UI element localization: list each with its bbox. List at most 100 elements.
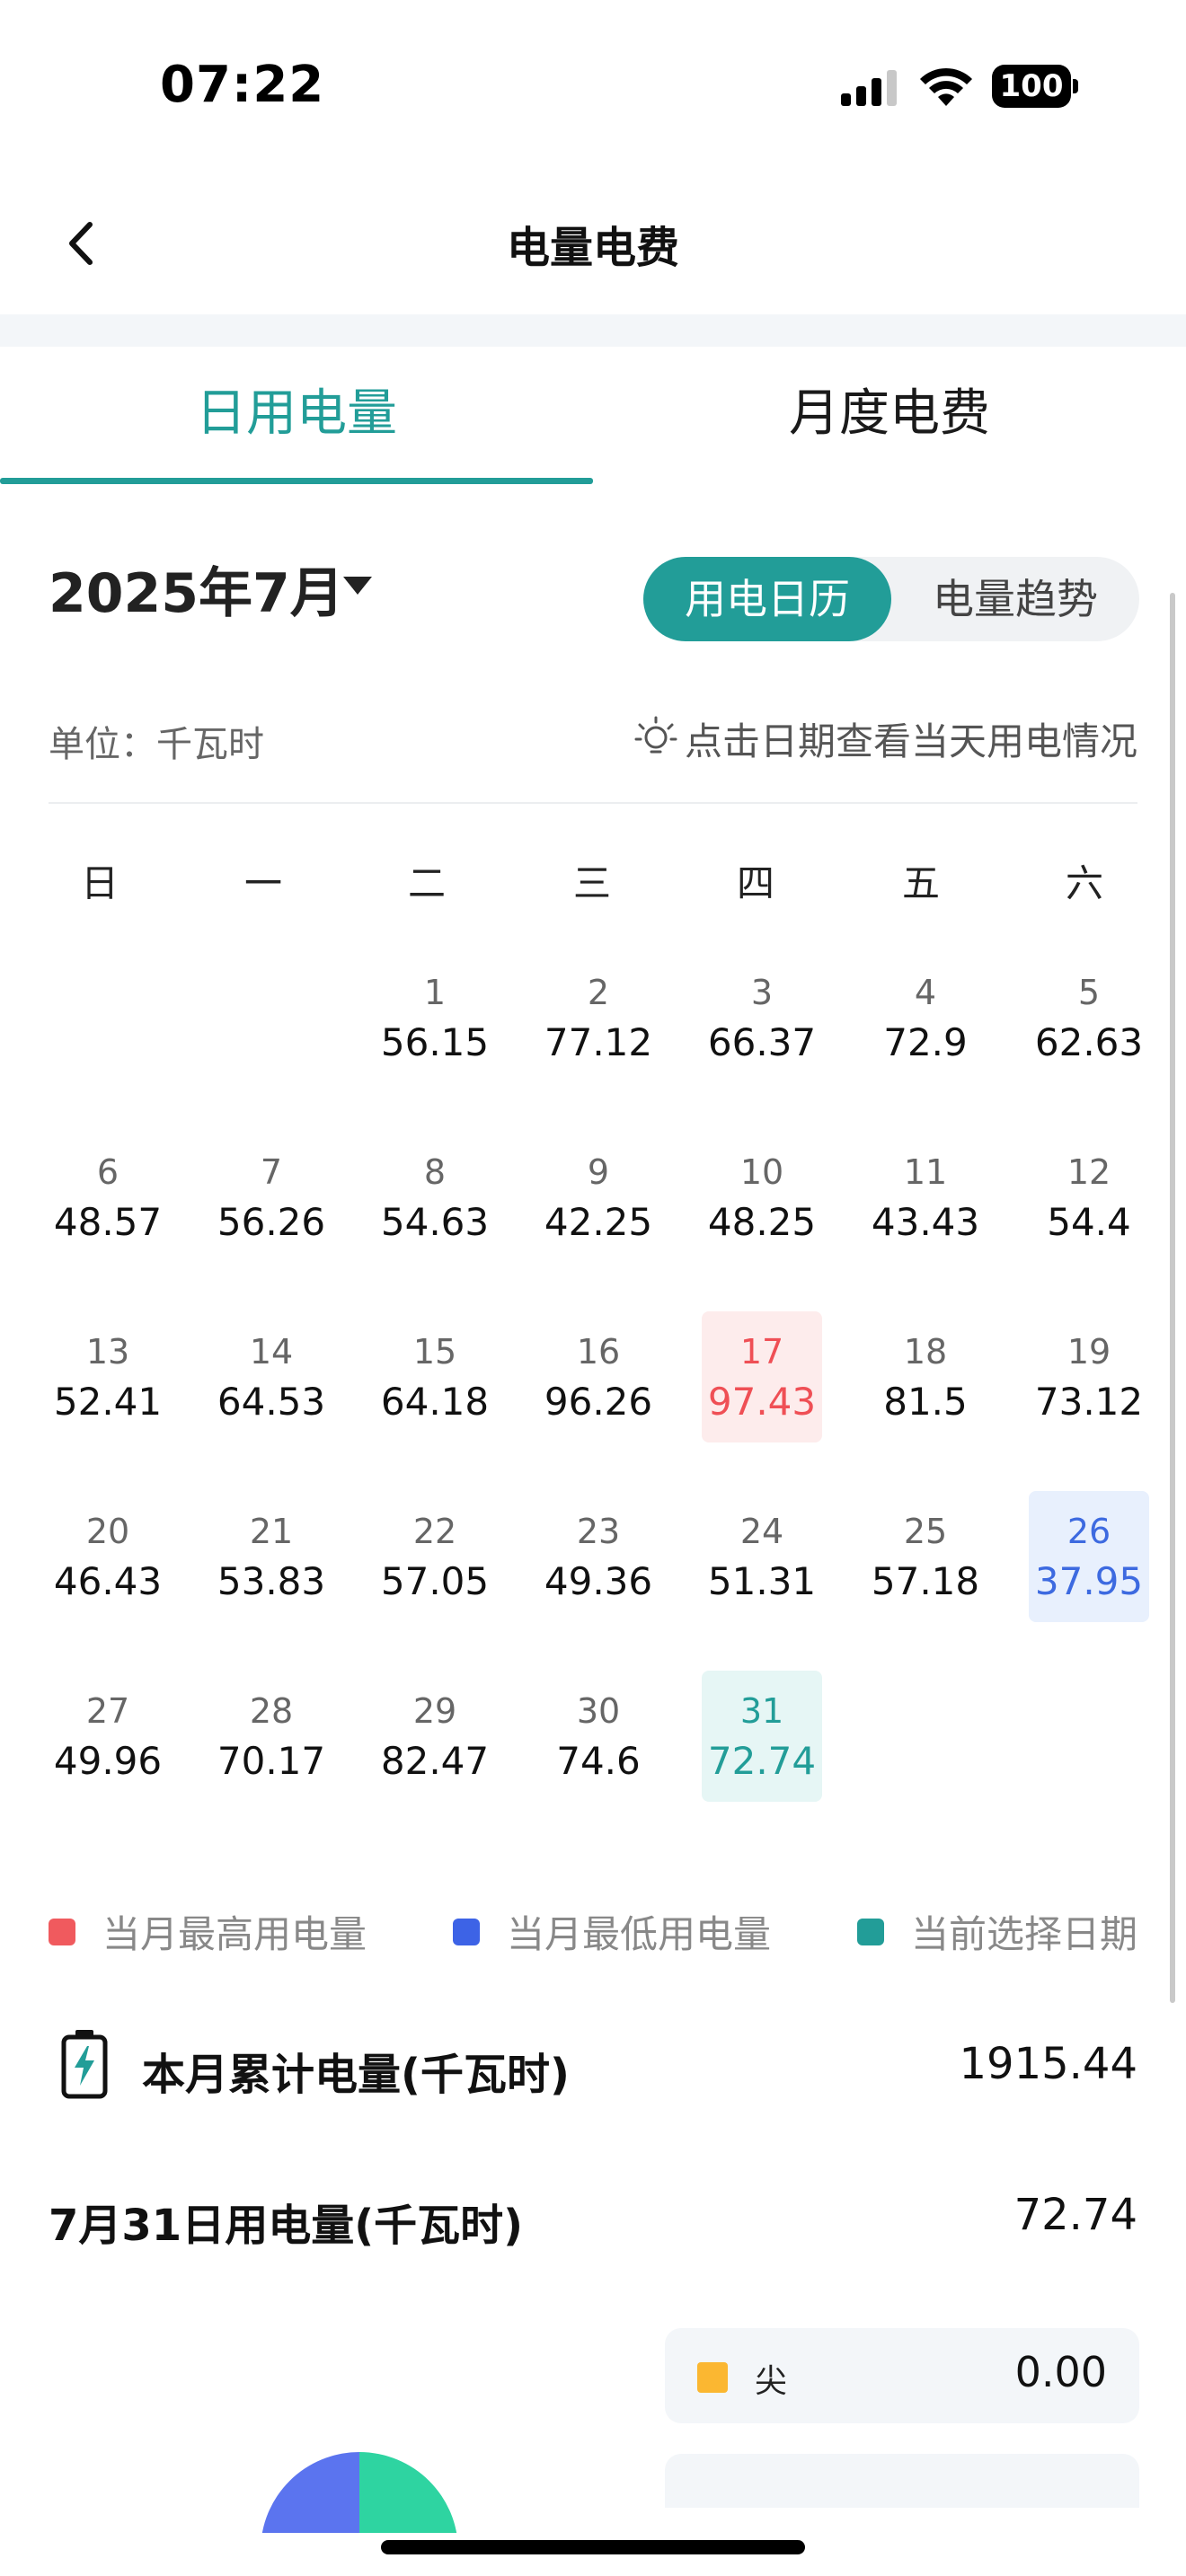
legend-label: 当月最低用电量: [507, 1912, 772, 1956]
wifi-icon: [920, 67, 972, 106]
day-number: 6: [96, 1152, 119, 1192]
calendar-day[interactable]: 7 56.26: [211, 1132, 332, 1263]
tier-card-peak: 尖 0.00: [665, 2328, 1139, 2423]
calendar-day[interactable]: 31 72.74: [702, 1671, 822, 1802]
status-bar: 07:22 100: [0, 0, 1186, 171]
tier-card-partial: [665, 2454, 1139, 2508]
day-usage-value: 48.25: [707, 1200, 817, 1244]
legend-item-selected: 当前选择日期: [857, 1904, 1137, 1959]
selected-day-label: 7月31日用电量(千瓦时): [49, 2201, 524, 2251]
day-number: 17: [739, 1332, 784, 1372]
calendar-day[interactable]: 30 74.6: [538, 1671, 659, 1802]
legend-swatch-red: [49, 1918, 75, 1945]
day-usage-value: 70.17: [217, 1739, 326, 1783]
calendar-day[interactable]: 6 48.57: [48, 1132, 168, 1263]
legend: 当月最高用电量 当月最低用电量 当前选择日期: [49, 1904, 1137, 1967]
calendar-day[interactable]: 18 81.5: [865, 1311, 986, 1442]
caret-down-icon[interactable]: [343, 577, 372, 595]
day-usage-value: 53.83: [217, 1559, 326, 1603]
calendar-day[interactable]: 11 43.43: [865, 1132, 986, 1263]
day-number: 30: [576, 1691, 621, 1731]
day-number: 29: [412, 1691, 457, 1731]
calendar-day[interactable]: 28 70.17: [211, 1671, 332, 1802]
day-number: 12: [1067, 1152, 1111, 1192]
home-indicator[interactable]: [381, 2540, 805, 2554]
day-usage-value: 48.57: [53, 1200, 163, 1244]
tab-daily-usage[interactable]: 日用电量: [0, 347, 593, 489]
calendar-day[interactable]: 4 72.9: [865, 952, 986, 1083]
calendar-day[interactable]: 2 77.12: [538, 952, 659, 1083]
day-number: 28: [249, 1691, 294, 1731]
calendar-day[interactable]: 15 64.18: [375, 1311, 495, 1442]
calendar-day[interactable]: 23 49.36: [538, 1491, 659, 1622]
calendar-day[interactable]: 22 57.05: [375, 1491, 495, 1622]
calendar-day[interactable]: 12 54.4: [1029, 1132, 1149, 1263]
weekday-label: 五: [901, 861, 940, 905]
calendar-day[interactable]: 25 57.18: [865, 1491, 986, 1622]
scrollbar[interactable]: [1170, 593, 1175, 2003]
divider: [49, 802, 1137, 804]
page-title: 电量电费: [506, 223, 679, 273]
nav-divider: [0, 314, 1186, 347]
calendar-day[interactable]: 10 48.25: [702, 1132, 822, 1263]
battery-icon: 100: [992, 65, 1078, 108]
day-usage-value: 54.63: [380, 1200, 490, 1244]
tab-bar: 日用电量 月度电费: [0, 347, 1186, 489]
calendar-day[interactable]: 9 42.25: [538, 1132, 659, 1263]
calendar-day[interactable]: 20 46.43: [48, 1491, 168, 1622]
day-number: 26: [1067, 1512, 1111, 1551]
day-usage-value: 77.12: [544, 1020, 653, 1064]
legend-label: 当月最高用电量: [102, 1912, 367, 1956]
calendar-day[interactable]: 17 97.43: [702, 1311, 822, 1442]
day-usage-value: 57.18: [871, 1559, 980, 1603]
calendar-day[interactable]: 8 54.63: [375, 1132, 495, 1263]
day-usage-value: 57.05: [380, 1559, 490, 1603]
day-usage-value: 74.6: [556, 1739, 641, 1783]
day-usage-value: 72.9: [883, 1020, 968, 1064]
day-number: 21: [249, 1512, 294, 1551]
legend-swatch-blue: [453, 1918, 480, 1945]
day-usage-value: 54.4: [1047, 1200, 1131, 1244]
day-number: 23: [576, 1512, 621, 1551]
weekday-label: 四: [736, 861, 774, 905]
calendar-day[interactable]: 16 96.26: [538, 1311, 659, 1442]
day-number: 1: [423, 973, 447, 1012]
calendar-day[interactable]: 5 62.63: [1029, 952, 1149, 1083]
tab-monthly-fee[interactable]: 月度电费: [593, 347, 1186, 489]
calendar-day[interactable]: 3 66.37: [702, 952, 822, 1083]
calendar-day[interactable]: 19 73.12: [1029, 1311, 1149, 1442]
toggle-trend-view[interactable]: 电量趋势: [891, 557, 1139, 641]
month-total-row: 本月累计电量(千瓦时) 1915.44: [49, 2026, 1137, 2107]
weekday-label: 二: [407, 861, 446, 905]
day-number: 4: [914, 973, 937, 1012]
day-usage-value: 52.41: [53, 1380, 163, 1424]
calendar-day[interactable]: 26 37.95: [1029, 1491, 1149, 1622]
day-number: 24: [739, 1512, 784, 1551]
calendar-day[interactable]: 24 51.31: [702, 1491, 822, 1622]
day-usage-value: 82.47: [380, 1739, 490, 1783]
day-usage-value: 81.5: [883, 1380, 968, 1424]
day-usage-value: 46.43: [53, 1559, 163, 1603]
weekday-header: 日 一 二 三 四 五 六: [49, 853, 1137, 925]
tab-active-indicator: [0, 478, 593, 484]
calendar-day[interactable]: 21 53.83: [211, 1491, 332, 1622]
calendar-day[interactable]: 27 49.96: [48, 1671, 168, 1802]
day-number: 25: [903, 1512, 948, 1551]
calendar-day[interactable]: 29 82.47: [375, 1671, 495, 1802]
calendar-day[interactable]: 14 64.53: [211, 1311, 332, 1442]
calendar-day[interactable]: 1 56.15: [375, 952, 495, 1083]
calendar-day[interactable]: 13 52.41: [48, 1311, 168, 1442]
battery-level: 100: [992, 65, 1071, 108]
day-number: 13: [85, 1332, 130, 1372]
day-number: 2: [587, 973, 610, 1012]
hint-text: 点击日期查看当天用电情况: [684, 719, 1137, 763]
day-number: 3: [750, 973, 774, 1012]
selected-day-row: 7月31日用电量(千瓦时) 72.74: [49, 2177, 1137, 2258]
day-number: 7: [260, 1152, 283, 1192]
toggle-calendar-view[interactable]: 用电日历: [643, 557, 891, 641]
legend-label: 当前选择日期: [911, 1912, 1138, 1956]
month-row: 2025年7月 用电日历 电量趋势: [0, 539, 1186, 647]
day-usage-value: 51.31: [707, 1559, 817, 1603]
month-picker[interactable]: 2025年7月: [49, 550, 344, 628]
day-usage-value: 64.18: [380, 1380, 490, 1424]
